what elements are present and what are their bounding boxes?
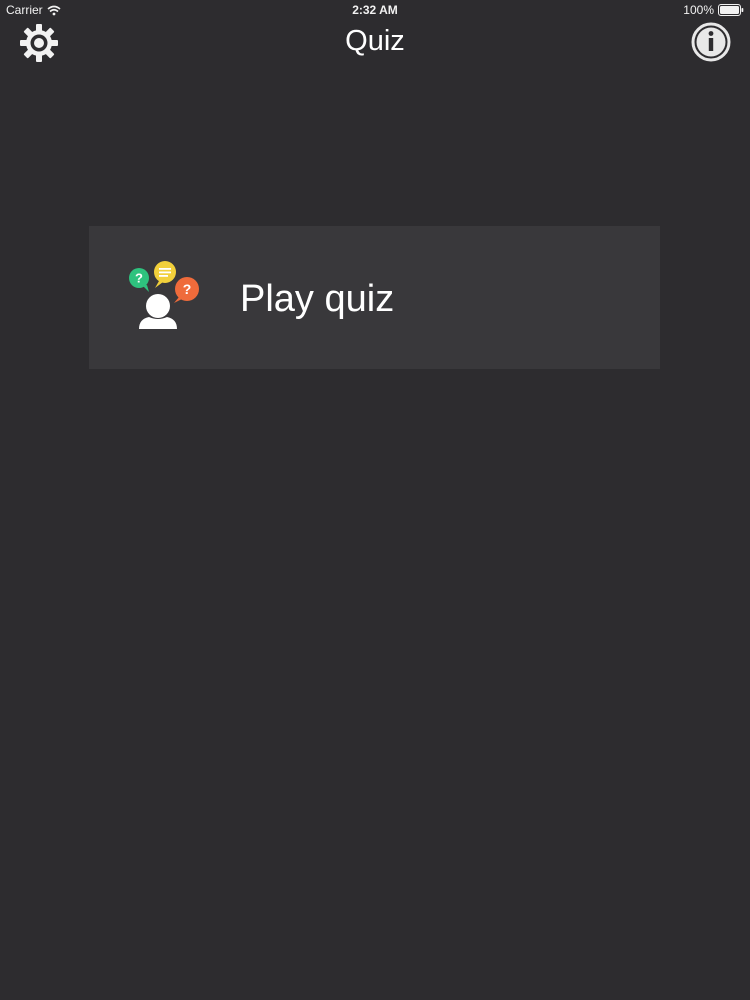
battery-status: 100% (683, 3, 744, 17)
svg-text:?: ? (183, 281, 192, 297)
battery-label: 100% (683, 3, 714, 17)
navigation-bar: Quiz (0, 20, 750, 64)
info-icon (691, 22, 731, 62)
play-quiz-label: Play quiz (240, 278, 395, 320)
info-button[interactable] (690, 21, 732, 63)
play-quiz-button[interactable]: ? ? Play quiz (89, 226, 660, 369)
page-title: Quiz (345, 25, 405, 57)
quiz-people-icon: ? ? (129, 261, 199, 329)
battery-icon (718, 4, 744, 16)
status-bar: Carrier 2:32 AM 100% (0, 0, 750, 20)
svg-text:?: ? (135, 271, 143, 286)
status-time: 2:32 AM (352, 3, 398, 17)
